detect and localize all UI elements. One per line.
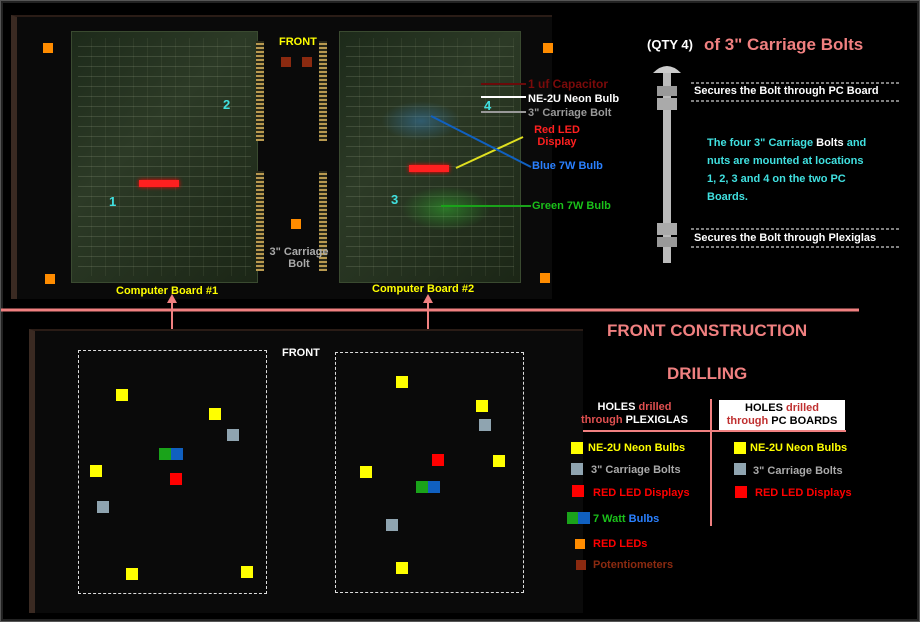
legend-7watt: 7 Watt Bulbs [593, 513, 659, 525]
legend-swatch-blue [578, 512, 590, 524]
legend-pot: Potentiometers [593, 559, 674, 571]
legend-swatch-pot [576, 560, 586, 570]
legend-red-led: RED LEDs [593, 538, 648, 550]
bolt-qty: (QTY 4) [647, 37, 693, 52]
led-display-hole [170, 473, 182, 485]
neon-hole [396, 376, 408, 388]
section-subtitle: DRILLING [667, 364, 748, 383]
desc-bolts: Bolts [816, 137, 844, 149]
legend-swatch-bolt [734, 463, 746, 475]
hdr-part: PC BOARDS [771, 415, 838, 427]
hdr-part: HOLES [745, 402, 786, 414]
neon-hole [360, 466, 372, 478]
pc-boards-header: HOLES drilled through PC BOARDS [719, 400, 845, 430]
green-bulb-hole [416, 481, 428, 493]
bolt-hole [97, 501, 109, 513]
bolt-top-note: Secures the Bolt through PC Board [694, 85, 879, 97]
plexiglas-layout-board-1 [78, 350, 267, 594]
legend-swatch-led-display [735, 486, 747, 498]
neon-hole [126, 568, 138, 580]
front-construction-diagram: FRONT Computer Board #1 Computer Board #… [0, 0, 920, 622]
pcb-legend-led-display: RED LED Displays [755, 487, 852, 499]
neon-hole [241, 566, 253, 578]
bolt-hole [479, 419, 491, 431]
section-title: FRONT CONSTRUCTION [607, 321, 808, 340]
pcb-legend-bolt: 3" Carriage Bolts [753, 465, 843, 477]
callout-neon: NE-2U Neon Bulb [528, 93, 620, 105]
legend-swatch-bolt [571, 463, 583, 475]
pcb-legend-neon: NE-2U Neon Bulbs [750, 442, 848, 454]
bolt-hole [227, 429, 239, 441]
legend-swatch-red-led [575, 539, 585, 549]
desc-part: The four 3" Carriage [707, 137, 817, 149]
led-display-hole [432, 454, 444, 466]
legend-led-display: RED LED Displays [593, 487, 690, 499]
watt-part: Bulbs [628, 513, 660, 525]
legend-swatch-neon [734, 442, 746, 454]
legend-swatch-led-display [572, 485, 584, 497]
hdr-part: through [726, 415, 772, 427]
watt-part: 7 Watt [593, 513, 629, 525]
callout-capacitor: 1 uf Capacitor [528, 77, 609, 91]
bolt-title: of 3" Carriage Bolts [704, 35, 864, 54]
hdr-part: HOLES [597, 401, 639, 413]
bolt-description: The four 3" Carriage Bolts and nuts are … [707, 134, 867, 206]
bottom-front-label: FRONT [282, 347, 320, 359]
hdr-part: PLEXIGLAS [625, 414, 688, 426]
hdr-part: drilled [785, 402, 819, 414]
hdr-part: through [581, 414, 626, 426]
blue-bulb-hole [171, 448, 183, 460]
hdr-part: drilled [638, 401, 672, 413]
blue-bulb-hole [428, 481, 440, 493]
plexiglas-header: HOLES drilled through PLEXIGLAS [567, 401, 702, 427]
green-bulb-hole [159, 448, 171, 460]
neon-hole [493, 455, 505, 467]
neon-hole [116, 389, 128, 401]
legend-neon: NE-2U Neon Bulbs [588, 442, 686, 454]
callout-green: Green 7W Bulb [532, 200, 611, 212]
neon-hole [90, 465, 102, 477]
bolt-hole [386, 519, 398, 531]
bolt-bottom-note: Secures the Bolt through Plexiglas [694, 232, 877, 244]
callout-bolt: 3" Carriage Bolt [528, 107, 612, 119]
carriage-bolt-illustration [653, 66, 681, 263]
neon-hole [209, 408, 221, 420]
callout-blue: Blue 7W Bulb [532, 160, 603, 172]
legend-bolt: 3" Carriage Bolts [591, 464, 681, 476]
callout-red-led: Red LED Display [534, 124, 580, 148]
neon-hole [476, 400, 488, 412]
neon-hole [396, 562, 408, 574]
legend-swatch-neon [571, 442, 583, 454]
